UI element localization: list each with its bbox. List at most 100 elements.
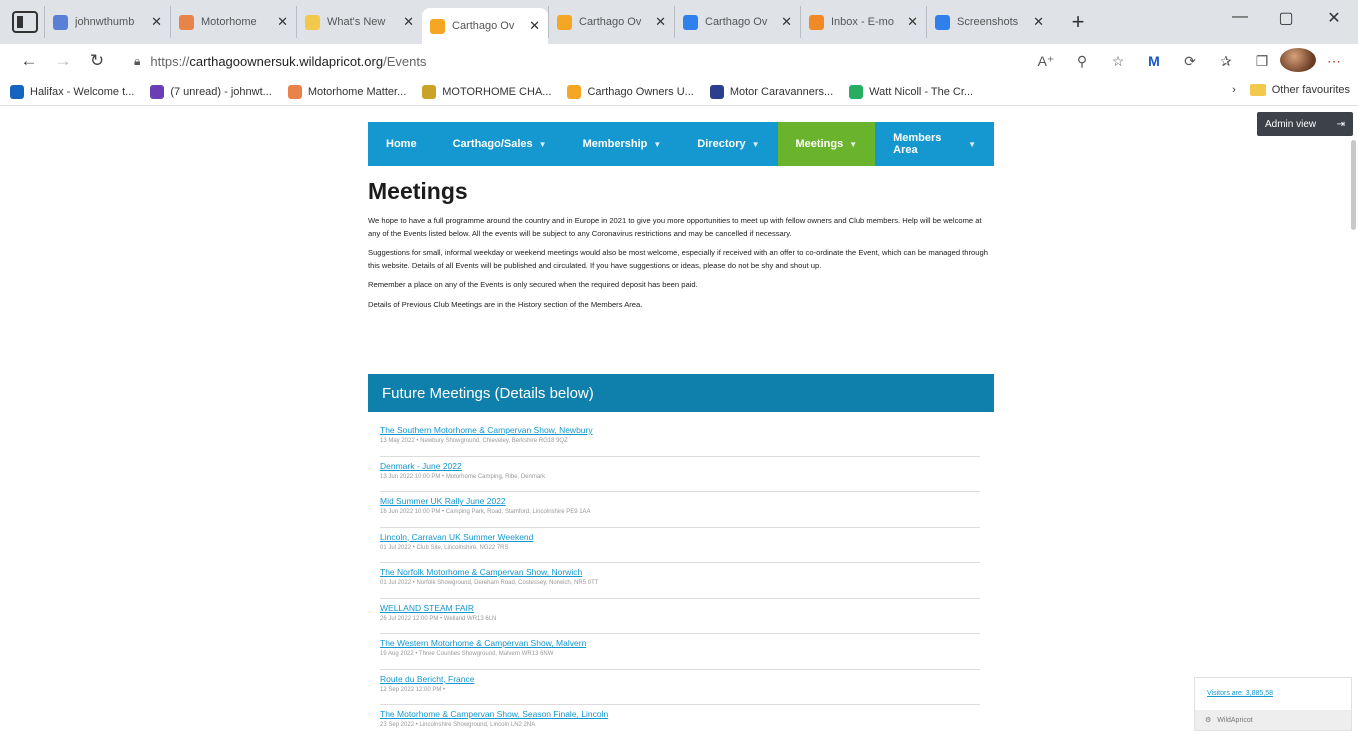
page-scrollbar[interactable]	[1351, 140, 1356, 230]
chevron-right-icon[interactable]: ›	[1232, 84, 1236, 96]
event-title-link[interactable]: Route du Bericht, France	[380, 674, 980, 684]
favourite-link[interactable]: Halifax - Welcome t...	[10, 84, 134, 99]
menu-item-meetings[interactable]: Meetings ▼	[777, 122, 876, 166]
browser-tab[interactable]: Carthago Ov ✕	[548, 6, 674, 38]
close-tab-icon[interactable]: ✕	[277, 14, 288, 30]
favourite-label: Watt Nicoll - The Cr...	[869, 85, 974, 98]
event-details: 12 Sep 2022 12:00 PM •	[380, 686, 446, 693]
event-title-link[interactable]: The Norfolk Motorhome & Campervan Show, …	[380, 567, 980, 577]
intro-text: We hope to have a full programme around …	[368, 215, 994, 311]
refresh-button[interactable]: ↻	[80, 51, 114, 71]
tab-favicon	[179, 14, 194, 30]
favourite-link[interactable]: Motor Caravanners...	[709, 84, 833, 99]
browser-tab[interactable]: Inbox - E-mo ✕	[800, 6, 926, 38]
intro-paragraph: Remember a place on any of the Events is…	[368, 280, 698, 289]
close-tab-icon[interactable]: ✕	[655, 14, 666, 30]
chevron-down-icon: ▼	[751, 139, 760, 149]
page-title: Meetings	[368, 178, 468, 204]
event-title-link[interactable]: The Motorhome & Campervan Show, Season F…	[380, 709, 980, 719]
menu-item-home[interactable]: Home	[368, 122, 435, 166]
extension-icon[interactable]: M	[1136, 53, 1172, 69]
tab-favicon	[935, 14, 950, 30]
event-item: The Norfolk Motorhome & Campervan Show, …	[380, 564, 980, 599]
menu-item-carthago-sales[interactable]: Carthago/Sales ▼	[435, 122, 565, 166]
browser-tab[interactable]: Motorhome ✕	[170, 6, 296, 38]
event-details: 19 Aug 2022 • Three Counties Showground,…	[380, 651, 554, 657]
gear-icon: ⚙	[1205, 717, 1212, 724]
collections-icon[interactable]: ❐	[1244, 53, 1280, 70]
menu-item-label: Members Area	[893, 132, 942, 156]
tab-favicon	[557, 14, 572, 30]
workspaces-icon[interactable]	[12, 11, 38, 33]
close-tab-icon[interactable]: ✕	[907, 14, 918, 30]
menu-item-label: Carthago/Sales	[452, 138, 533, 150]
profile-avatar[interactable]	[1280, 47, 1316, 75]
close-window-button[interactable]: ✕	[1314, 8, 1354, 28]
url-field[interactable]: 🔒︎ https://carthagoownersuk.wildapricot.…	[134, 54, 1028, 69]
admin-view-button[interactable]: Admin view ⇥	[1257, 112, 1353, 136]
tab-title: Screenshots	[957, 16, 1019, 28]
event-item: The Western Motorhome & Campervan Show, …	[380, 635, 980, 670]
event-details: 13 May 2022 • Newbury Showground, Chieve…	[380, 438, 568, 444]
intro-paragraph: We hope to have a full programme around …	[368, 216, 982, 238]
tab-title: Carthago Ov	[705, 16, 768, 28]
browser-tab[interactable]: Carthago Ov ✕	[674, 6, 800, 38]
browser-tab[interactable]: Screenshots ✕	[926, 6, 1052, 38]
maximize-button[interactable]: ▢	[1266, 8, 1306, 28]
event-item: Lincoln, Carravan UK Summer Weekend 01 Ju…	[380, 529, 980, 563]
browser-tab-bar: johnwthumb ✕ Motorhome ✕ What's New ✕ Carthago…	[0, 0, 1358, 44]
favourite-link[interactable]: MOTORHOME CHA...	[422, 84, 551, 99]
more-menu-icon[interactable]: ⋯	[1316, 53, 1352, 70]
menu-item-label: Home	[386, 138, 417, 150]
browser-tab[interactable]: What's New ✕	[296, 6, 422, 38]
event-item: Mid Summer UK Rally June 2022 16 Jun 2022…	[380, 493, 980, 528]
event-item: Route du Bericht, France 12 Sep 2022 12:0…	[380, 671, 980, 705]
visitor-stats-widget: Visitors are: 3,885,58 ⚙ WildApricot	[1194, 677, 1352, 731]
event-title-link[interactable]: Denmark - June 2022	[380, 461, 980, 471]
forward-button[interactable]: →	[46, 51, 80, 71]
address-bar-icons: A⁺ ⚲ ☆ M ⟳ ✰ ❐ ⋯	[1028, 47, 1352, 75]
menu-item-members-area[interactable]: Members Area ▼	[875, 122, 994, 166]
favourites-icon[interactable]: ✰	[1208, 53, 1244, 70]
read-aloud-icon[interactable]: A⁺	[1028, 53, 1064, 70]
favourite-link[interactable]: Motorhome Matter...	[287, 84, 406, 99]
admin-view-label: Admin view	[1265, 118, 1317, 130]
intro-paragraph: Details of Previous Club Meetings are in…	[368, 299, 643, 309]
url-scheme: https://	[150, 53, 190, 69]
event-title-link[interactable]: The Western Motorhome & Campervan Show, …	[380, 638, 980, 648]
menu-item-directory[interactable]: Directory ▼	[679, 122, 777, 166]
event-title-link[interactable]: The Southern Motorhome & Campervan Show,…	[380, 425, 980, 435]
event-details: 23 Sep 2022 • Lincolnshire Showground, L…	[380, 722, 536, 728]
exit-icon: ⇥	[1336, 118, 1345, 130]
zoom-icon[interactable]: ⚲	[1064, 53, 1100, 70]
minimize-button[interactable]: —	[1220, 8, 1260, 26]
favourite-link[interactable]: Carthago Owners U...	[567, 84, 694, 99]
chevron-down-icon: ▼	[968, 139, 976, 149]
menu-item-label: Membership	[582, 138, 648, 150]
refresh-extension-icon[interactable]: ⟳	[1172, 53, 1208, 70]
close-tab-icon[interactable]: ✕	[403, 14, 414, 30]
back-button[interactable]: ←	[12, 51, 46, 71]
favourite-link[interactable]: Watt Nicoll - The Cr...	[849, 84, 974, 99]
browser-tab[interactable]: johnwthumb ✕	[44, 6, 170, 38]
wildapricot-label: WildApricot	[1217, 716, 1253, 724]
close-tab-icon[interactable]: ✕	[529, 18, 540, 34]
favourite-favicon	[150, 84, 165, 99]
other-favourites[interactable]: › Other favourites	[1232, 84, 1350, 96]
tab-favicon	[53, 14, 68, 30]
new-tab-button[interactable]: +	[1064, 9, 1092, 35]
add-favourite-icon[interactable]: ☆	[1100, 53, 1136, 70]
close-tab-icon[interactable]: ✕	[781, 14, 792, 30]
wildapricot-footer: ⚙ WildApricot	[1195, 710, 1351, 730]
menu-item-label: Directory	[697, 138, 746, 150]
browser-tab[interactable]: Carthago Ov ✕	[422, 8, 548, 44]
visitor-stats-link[interactable]: Visitors are: 3,885,58	[1207, 690, 1351, 697]
events-list: The Southern Motorhome & Campervan Show,…	[380, 422, 980, 731]
close-tab-icon[interactable]: ✕	[151, 14, 162, 30]
menu-item-membership[interactable]: Membership ▼	[565, 122, 680, 166]
favourite-link[interactable]: (7 unread) - johnwt...	[150, 84, 272, 99]
event-title-link[interactable]: Mid Summer UK Rally June 2022	[380, 496, 980, 506]
close-tab-icon[interactable]: ✕	[1033, 14, 1044, 30]
event-title-link[interactable]: Lincoln, Carravan UK Summer Weekend	[380, 532, 980, 542]
event-title-link[interactable]: WELLAND STEAM FAIR	[380, 603, 980, 613]
